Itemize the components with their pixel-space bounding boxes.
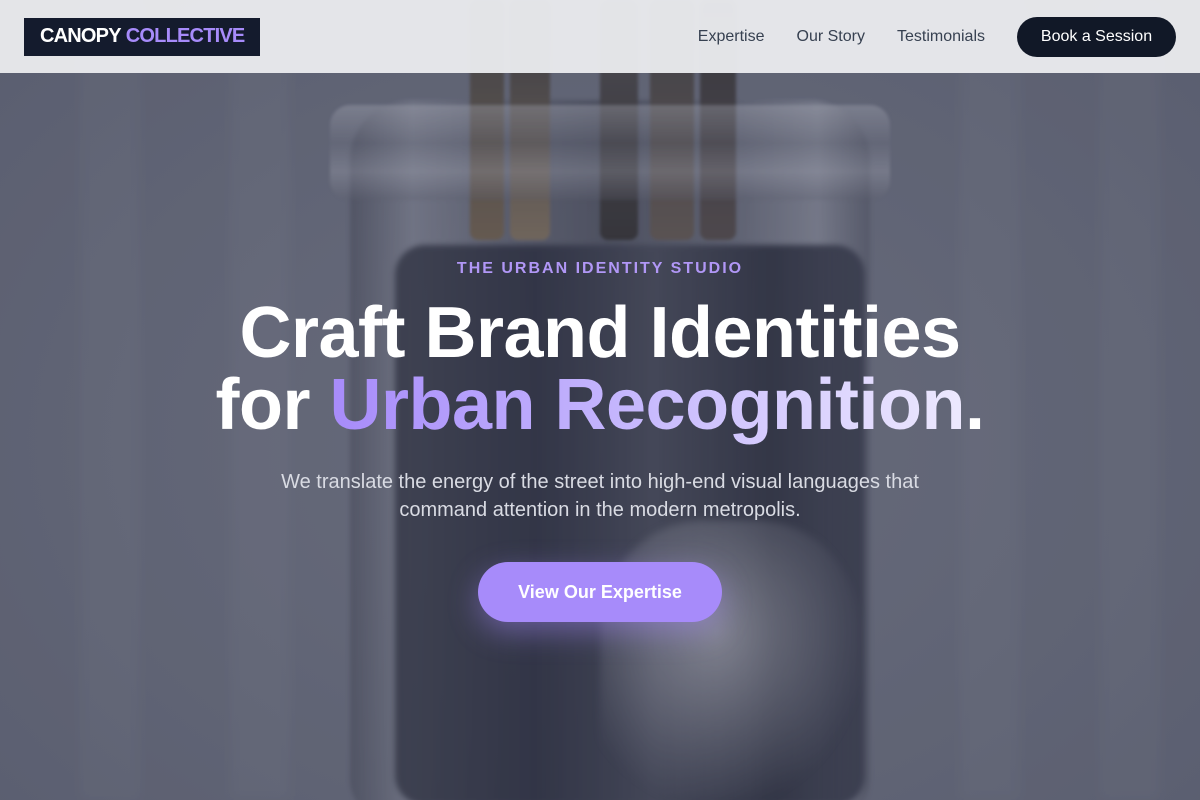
headline-line-2: for Urban Recognition. xyxy=(0,369,1200,441)
nav-link-our-story[interactable]: Our Story xyxy=(797,28,865,46)
book-session-button[interactable]: Book a Session xyxy=(1017,16,1176,57)
hero-section: THE URBAN IDENTITY STUDIO Craft Brand Id… xyxy=(0,73,1200,800)
nav-link-expertise[interactable]: Expertise xyxy=(698,28,765,46)
logo-primary-text: CANOPY xyxy=(40,25,122,47)
hero-subtext: We translate the energy of the street in… xyxy=(281,471,919,521)
hero-headline: Craft Brand Identities for Urban Recogni… xyxy=(0,297,1200,441)
main-nav: Expertise Our Story Testimonials Book a … xyxy=(698,16,1176,57)
nav-link-testimonials[interactable]: Testimonials xyxy=(897,28,985,46)
logo-accent-text: COLLECTIVE xyxy=(125,25,245,47)
hero-eyebrow: THE URBAN IDENTITY STUDIO xyxy=(456,260,744,277)
headline-line-1: Craft Brand Identities xyxy=(239,293,961,373)
headline-suffix: . xyxy=(964,365,985,445)
headline-prefix: for xyxy=(215,365,310,445)
brand-logo[interactable]: CANOPY COLLECTIVE xyxy=(24,17,261,56)
site-header: CANOPY COLLECTIVE Expertise Our Story Te… xyxy=(0,0,1200,73)
view-expertise-button[interactable]: View Our Expertise xyxy=(478,562,722,622)
headline-accent: Urban Recognition xyxy=(329,365,965,445)
